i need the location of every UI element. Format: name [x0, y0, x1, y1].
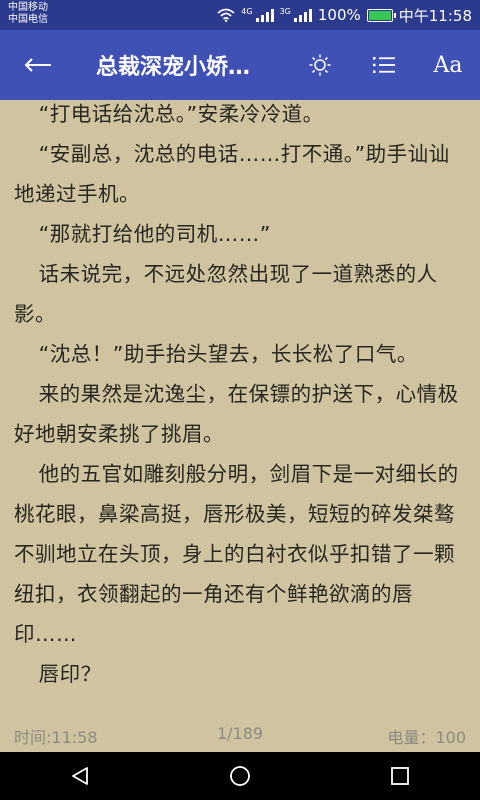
paragraph: “沈总！”助手抬头望去，长长松了口气。: [38, 342, 418, 366]
reader-toolbar: 总裁深宠小娇… Aa: [0, 30, 480, 100]
book-title: 总裁深宠小娇…: [96, 55, 251, 80]
footer-battery: 电量：100: [387, 728, 466, 747]
paragraph: “安副总，沈总的电话……打不通。”助手讪讪地递过手机。: [14, 142, 450, 206]
chapter-content: “打电话给沈总。”安柔冷冷道。 “安副总，沈总的电话……打不通。”助手讪讪地递过…: [14, 94, 466, 694]
sun-icon: [309, 54, 331, 76]
paragraph: 他的五官如雕刻般分明，剑眉下是一对细长的桃花眼，鼻梁高挺，唇形极美，短短的碎发桀…: [14, 462, 459, 646]
nav-back-button[interactable]: [50, 752, 110, 800]
paragraph: “那就打给他的司机……”: [38, 222, 271, 246]
paragraph: 话未说完，不远处忽然出现了一道熟悉的人影。: [14, 262, 438, 326]
nav-recents-button[interactable]: [370, 752, 430, 800]
paragraph: 来的果然是沈逸尘，在保镖的护送下，心情极好地朝安柔挑了挑眉。: [14, 382, 459, 446]
paragraph: 唇印？: [38, 662, 102, 686]
circle-home-icon: [230, 766, 250, 786]
network-label-1: 4G: [241, 7, 253, 16]
nav-home-button[interactable]: [210, 752, 270, 800]
list-icon: [373, 57, 395, 73]
wifi-icon: [217, 8, 235, 22]
brightness-button[interactable]: [288, 30, 352, 100]
signal-icon-1: 4G: [241, 7, 274, 22]
back-button[interactable]: [0, 30, 76, 100]
triangle-back-icon: [72, 767, 88, 785]
carrier-2: 中国电信: [8, 14, 48, 25]
font-settings-button[interactable]: Aa: [416, 30, 480, 100]
table-of-contents-button[interactable]: [352, 30, 416, 100]
status-bar: 中国移动 中国电信 4G 3G 100% 中午11:58: [0, 0, 480, 30]
square-recents-icon: [391, 767, 409, 785]
network-label-2: 3G: [279, 7, 291, 16]
signal-icon-2: 3G: [280, 8, 312, 22]
status-icons: 4G 3G 100% 中午11:58: [217, 0, 472, 30]
paragraph: “打电话给沈总。”安柔冷冷道。: [38, 102, 324, 126]
arrow-left-icon: [24, 58, 51, 72]
carrier-1: 中国移动: [8, 2, 48, 13]
system-nav-bar: [0, 752, 480, 800]
status-time: 中午11:58: [398, 6, 472, 25]
reader-footer: 时间:11:58 1/189 电量：100: [0, 722, 480, 748]
carrier-labels: 中国移动 中国电信: [8, 2, 48, 26]
battery-fill: [368, 10, 391, 20]
battery-percent: 100%: [317, 6, 361, 24]
battery-icon: [366, 8, 396, 22]
